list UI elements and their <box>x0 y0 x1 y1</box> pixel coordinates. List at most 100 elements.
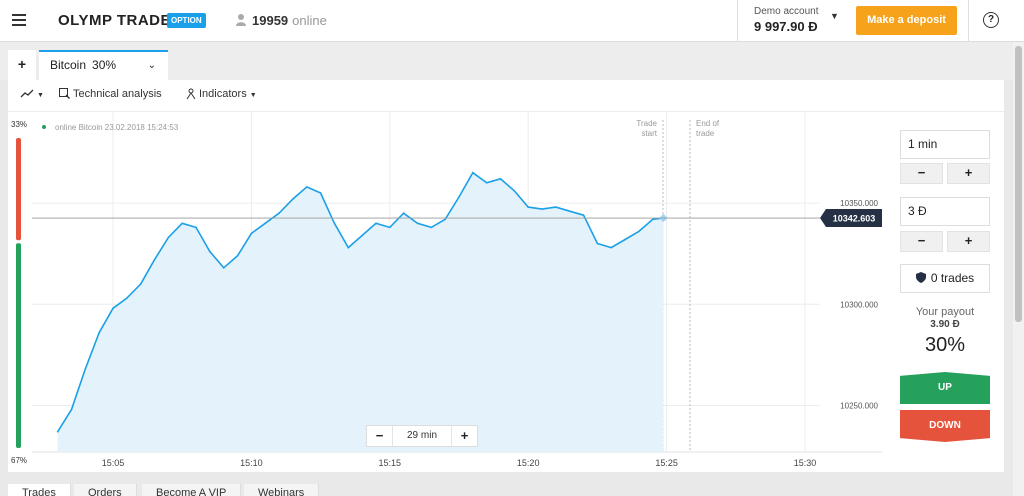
end-of-trade-label-2: trade <box>696 129 715 138</box>
payout-label: Your payout <box>915 306 975 318</box>
zoom-control: − 29 min + <box>366 425 478 447</box>
asset-tab-bar: + Bitcoin 30% ⌄ <box>0 42 1024 80</box>
price-point <box>209 250 211 253</box>
trade-start-label-2: start <box>641 129 657 138</box>
chevron-down-icon: ⌄ <box>147 60 156 71</box>
top-bar: OLYMP TRADE OPTION 19959 online Demo acco… <box>0 0 1024 42</box>
analysis-icon <box>59 88 70 99</box>
tab-orders[interactable]: Orders <box>74 484 137 496</box>
tab-bitcoin[interactable]: Bitcoin 30% ⌄ <box>39 50 168 80</box>
price-point <box>333 222 336 225</box>
price-point <box>126 297 128 299</box>
price-point <box>167 236 170 239</box>
price-chart[interactable]: 15:05 15:10 15:15 15:20 15:25 15:30 10350.000 1… <box>8 112 882 472</box>
x-tick-label: 15:10 <box>240 458 263 468</box>
tab-webinars[interactable]: Webinars <box>244 484 320 496</box>
asset-name: Bitcoin <box>50 58 87 72</box>
line-chart-icon <box>20 89 34 98</box>
trades-label: 0 trades <box>930 271 975 285</box>
indicators-button[interactable]: Indicators ▼ <box>186 88 257 100</box>
logo-badge: OPTION <box>167 13 206 28</box>
price-point <box>236 254 239 257</box>
price-point <box>264 222 267 225</box>
account-balance: 9 997.90 Đ <box>754 19 818 34</box>
x-tick-label: 15:30 <box>794 458 817 468</box>
sentiment-down-bar <box>16 243 21 448</box>
duration-plus-button[interactable]: + <box>947 163 990 184</box>
sentiment-up-bar <box>16 138 21 241</box>
indicators-icon <box>186 88 196 99</box>
account-selector[interactable]: Demo account 9 997.90 Đ ▼ <box>754 6 839 34</box>
chevron-down-icon: ▼ <box>249 92 257 99</box>
online-label: online <box>292 13 327 28</box>
price-point <box>402 212 405 214</box>
price-point <box>98 331 100 334</box>
indicators-label: Indicators <box>199 88 247 100</box>
price-point <box>472 171 474 174</box>
x-tick-label: 15:20 <box>517 458 540 468</box>
page-scrollbar[interactable] <box>1013 42 1024 496</box>
chevron-down-icon: ▼ <box>37 92 44 99</box>
price-point <box>278 212 280 214</box>
x-tick-label: 15:25 <box>655 458 678 468</box>
divider <box>968 0 969 42</box>
duration-minus-button[interactable]: − <box>900 163 943 184</box>
payout-percent: 30% <box>924 334 966 356</box>
price-point <box>596 242 599 245</box>
price-point <box>56 430 59 433</box>
price-point <box>485 182 488 184</box>
price-point <box>319 192 322 194</box>
menu-icon[interactable] <box>12 14 26 26</box>
technical-analysis-button[interactable]: Technical analysis <box>59 88 162 100</box>
tab-become-vip[interactable]: Become A VIP <box>142 484 242 496</box>
price-point <box>541 208 543 210</box>
technical-analysis-label: Technical analysis <box>73 88 162 100</box>
sentiment-up-percent: 33% <box>11 120 27 129</box>
current-price-value: 10342.603 <box>833 214 876 224</box>
price-point <box>195 226 197 229</box>
price-area <box>57 172 664 452</box>
make-deposit-button[interactable]: Make a deposit <box>856 6 957 35</box>
price-point <box>181 222 183 225</box>
chart-toolbar: ▼ Technical analysis Indicators ▼ <box>8 80 1004 112</box>
amount-plus-button[interactable]: + <box>947 231 990 252</box>
x-tick-label: 15:05 <box>102 458 125 468</box>
price-point <box>305 186 308 188</box>
amount-minus-button[interactable]: − <box>900 231 943 252</box>
up-button[interactable]: UP <box>900 372 990 404</box>
price-point <box>499 177 502 180</box>
amount-field[interactable]: 3 Đ <box>900 197 990 226</box>
zoom-out-button[interactable]: − <box>367 426 393 446</box>
price-point <box>582 214 585 217</box>
logo: OLYMP TRADE <box>58 12 172 29</box>
price-point <box>527 206 529 208</box>
duration-field[interactable]: 1 min <box>900 130 990 159</box>
trades-counter[interactable]: 0 trades <box>900 264 990 293</box>
price-point <box>347 246 350 249</box>
price-point <box>222 267 225 269</box>
down-button[interactable]: DOWN <box>900 410 990 442</box>
payout-amount: 3.90 Đ <box>930 319 960 330</box>
bottom-tabs: Trades Orders Become A VIP Webinars <box>0 480 1024 496</box>
sentiment-down-percent: 67% <box>11 456 27 465</box>
account-type: Demo account <box>754 6 819 17</box>
x-tick-label: 15:15 <box>379 458 402 468</box>
price-point <box>651 218 654 221</box>
scrollbar-thumb[interactable] <box>1015 46 1022 322</box>
user-icon <box>236 14 246 26</box>
chart-type-selector[interactable]: ▼ <box>20 88 44 100</box>
price-point <box>139 283 142 285</box>
tab-trades[interactable]: Trades <box>8 484 71 496</box>
price-point <box>112 307 114 310</box>
price-point <box>513 190 516 192</box>
zoom-value: 29 min <box>406 430 437 441</box>
price-point <box>430 226 433 229</box>
divider <box>737 0 738 42</box>
price-point <box>624 238 626 241</box>
add-asset-tab-button[interactable]: + <box>8 50 36 80</box>
price-point <box>444 218 446 221</box>
help-icon[interactable]: ? <box>983 12 999 28</box>
y-tick-label: 10350.000 <box>840 199 878 208</box>
zoom-in-button[interactable]: + <box>451 426 477 446</box>
price-point <box>84 368 87 370</box>
